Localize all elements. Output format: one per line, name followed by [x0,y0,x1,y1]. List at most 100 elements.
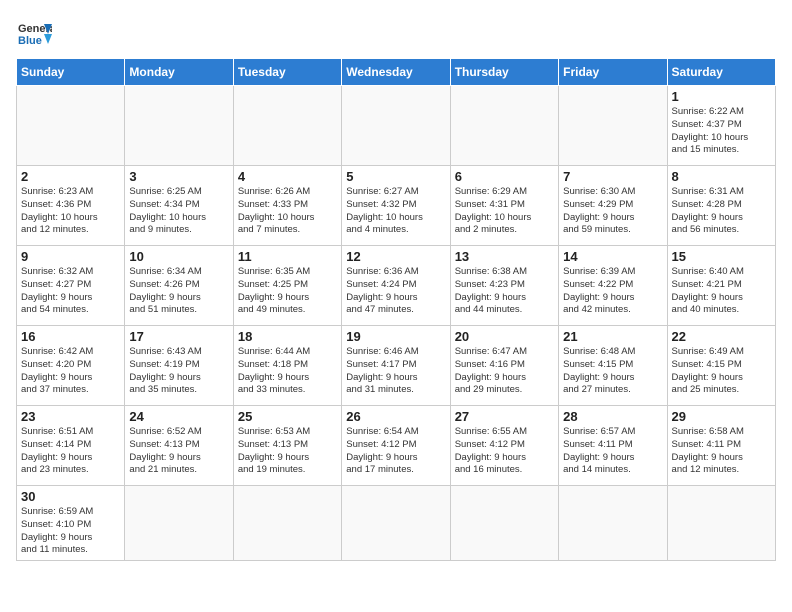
weekday-header-saturday: Saturday [667,59,775,86]
day-number: 20 [455,329,554,344]
day-info: Sunrise: 6:26 AM Sunset: 4:33 PM Dayligh… [238,186,337,237]
day-info: Sunrise: 6:54 AM Sunset: 4:12 PM Dayligh… [346,426,445,477]
calendar-day-cell [559,486,667,561]
calendar-day-cell [342,86,450,166]
calendar-day-cell [667,486,775,561]
day-number: 9 [21,249,120,264]
day-info: Sunrise: 6:23 AM Sunset: 4:36 PM Dayligh… [21,186,120,237]
weekday-header-sunday: Sunday [17,59,125,86]
calendar-day-cell [559,86,667,166]
day-info: Sunrise: 6:46 AM Sunset: 4:17 PM Dayligh… [346,346,445,397]
weekday-header-monday: Monday [125,59,233,86]
day-info: Sunrise: 6:48 AM Sunset: 4:15 PM Dayligh… [563,346,662,397]
day-info: Sunrise: 6:39 AM Sunset: 4:22 PM Dayligh… [563,266,662,317]
day-number: 23 [21,409,120,424]
calendar-day-cell: 14Sunrise: 6:39 AM Sunset: 4:22 PM Dayli… [559,246,667,326]
day-info: Sunrise: 6:31 AM Sunset: 4:28 PM Dayligh… [672,186,771,237]
calendar-day-cell: 24Sunrise: 6:52 AM Sunset: 4:13 PM Dayli… [125,406,233,486]
day-info: Sunrise: 6:32 AM Sunset: 4:27 PM Dayligh… [21,266,120,317]
calendar-day-cell: 29Sunrise: 6:58 AM Sunset: 4:11 PM Dayli… [667,406,775,486]
calendar-day-cell [17,86,125,166]
day-info: Sunrise: 6:55 AM Sunset: 4:12 PM Dayligh… [455,426,554,477]
day-number: 21 [563,329,662,344]
calendar-day-cell: 15Sunrise: 6:40 AM Sunset: 4:21 PM Dayli… [667,246,775,326]
day-info: Sunrise: 6:57 AM Sunset: 4:11 PM Dayligh… [563,426,662,477]
calendar-day-cell: 1Sunrise: 6:22 AM Sunset: 4:37 PM Daylig… [667,86,775,166]
day-info: Sunrise: 6:35 AM Sunset: 4:25 PM Dayligh… [238,266,337,317]
calendar-week-row: 16 Sunrise: 6:42 AM Sunset: 4:20 PM Dayli… [17,326,776,406]
calendar-day-cell: 9 Sunrise: 6:32 AM Sunset: 4:27 PM Daylig… [17,246,125,326]
day-info: Sunrise: 6:25 AM Sunset: 4:34 PM Dayligh… [129,186,228,237]
calendar-day-cell: 21 Sunrise: 6:48 AM Sunset: 4:15 PM Dayli… [559,326,667,406]
calendar-day-cell: 16 Sunrise: 6:42 AM Sunset: 4:20 PM Dayli… [17,326,125,406]
logo-icon: General Blue [16,16,52,52]
day-number: 27 [455,409,554,424]
day-info: Sunrise: 6:42 AM Sunset: 4:20 PM Dayligh… [21,346,120,397]
day-number: 3 [129,169,228,184]
day-number: 10 [129,249,228,264]
day-number: 28 [563,409,662,424]
svg-text:Blue: Blue [18,35,42,47]
day-number: 26 [346,409,445,424]
calendar-day-cell: 7Sunrise: 6:30 AM Sunset: 4:29 PM Daylig… [559,166,667,246]
day-number: 5 [346,169,445,184]
calendar-week-row: 30 Sunrise: 6:59 AM Sunset: 4:10 PM Dayli… [17,486,776,561]
calendar-week-row: 9 Sunrise: 6:32 AM Sunset: 4:27 PM Daylig… [17,246,776,326]
weekday-header-row: SundayMondayTuesdayWednesdayThursdayFrid… [17,59,776,86]
day-info: Sunrise: 6:43 AM Sunset: 4:19 PM Dayligh… [129,346,228,397]
day-info: Sunrise: 6:52 AM Sunset: 4:13 PM Dayligh… [129,426,228,477]
day-number: 13 [455,249,554,264]
calendar-day-cell: 25 Sunrise: 6:53 AM Sunset: 4:13 PM Dayli… [233,406,341,486]
calendar-day-cell: 2 Sunrise: 6:23 AM Sunset: 4:36 PM Daylig… [17,166,125,246]
day-info: Sunrise: 6:53 AM Sunset: 4:13 PM Dayligh… [238,426,337,477]
weekday-header-thursday: Thursday [450,59,558,86]
day-number: 12 [346,249,445,264]
weekday-header-friday: Friday [559,59,667,86]
calendar-day-cell: 10Sunrise: 6:34 AM Sunset: 4:26 PM Dayli… [125,246,233,326]
calendar-day-cell: 18Sunrise: 6:44 AM Sunset: 4:18 PM Dayli… [233,326,341,406]
calendar-day-cell: 12 Sunrise: 6:36 AM Sunset: 4:24 PM Dayli… [342,246,450,326]
weekday-header-wednesday: Wednesday [342,59,450,86]
day-info: Sunrise: 6:36 AM Sunset: 4:24 PM Dayligh… [346,266,445,317]
day-number: 17 [129,329,228,344]
calendar-day-cell: 3 Sunrise: 6:25 AM Sunset: 4:34 PM Daylig… [125,166,233,246]
day-number: 30 [21,489,120,504]
day-info: Sunrise: 6:38 AM Sunset: 4:23 PM Dayligh… [455,266,554,317]
day-number: 6 [455,169,554,184]
day-info: Sunrise: 6:59 AM Sunset: 4:10 PM Dayligh… [21,506,120,557]
calendar-week-row: 23 Sunrise: 6:51 AM Sunset: 4:14 PM Dayli… [17,406,776,486]
calendar-day-cell: 26 Sunrise: 6:54 AM Sunset: 4:12 PM Dayli… [342,406,450,486]
day-number: 2 [21,169,120,184]
day-number: 7 [563,169,662,184]
day-info: Sunrise: 6:51 AM Sunset: 4:14 PM Dayligh… [21,426,120,477]
day-number: 25 [238,409,337,424]
calendar-day-cell: 27 Sunrise: 6:55 AM Sunset: 4:12 PM Dayli… [450,406,558,486]
day-info: Sunrise: 6:40 AM Sunset: 4:21 PM Dayligh… [672,266,771,317]
day-number: 4 [238,169,337,184]
calendar-day-cell: 30 Sunrise: 6:59 AM Sunset: 4:10 PM Dayli… [17,486,125,561]
day-number: 16 [21,329,120,344]
calendar-day-cell: 11 Sunrise: 6:35 AM Sunset: 4:25 PM Dayli… [233,246,341,326]
calendar-day-cell [450,86,558,166]
day-info: Sunrise: 6:44 AM Sunset: 4:18 PM Dayligh… [238,346,337,397]
calendar-day-cell: 20 Sunrise: 6:47 AM Sunset: 4:16 PM Dayli… [450,326,558,406]
logo: General Blue [16,16,52,52]
calendar-day-cell: 19 Sunrise: 6:46 AM Sunset: 4:17 PM Dayli… [342,326,450,406]
calendar-day-cell: 5 Sunrise: 6:27 AM Sunset: 4:32 PM Daylig… [342,166,450,246]
day-info: Sunrise: 6:27 AM Sunset: 4:32 PM Dayligh… [346,186,445,237]
calendar-day-cell: 17 Sunrise: 6:43 AM Sunset: 4:19 PM Dayli… [125,326,233,406]
page-header: General Blue [16,16,776,52]
day-number: 22 [672,329,771,344]
calendar-day-cell: 23 Sunrise: 6:51 AM Sunset: 4:14 PM Dayli… [17,406,125,486]
calendar-day-cell [342,486,450,561]
calendar-day-cell: 8 Sunrise: 6:31 AM Sunset: 4:28 PM Daylig… [667,166,775,246]
day-number: 19 [346,329,445,344]
day-info: Sunrise: 6:47 AM Sunset: 4:16 PM Dayligh… [455,346,554,397]
day-number: 8 [672,169,771,184]
day-info: Sunrise: 6:58 AM Sunset: 4:11 PM Dayligh… [672,426,771,477]
weekday-header-tuesday: Tuesday [233,59,341,86]
day-info: Sunrise: 6:22 AM Sunset: 4:37 PM Dayligh… [672,106,771,157]
day-number: 11 [238,249,337,264]
calendar-day-cell: 22Sunrise: 6:49 AM Sunset: 4:15 PM Dayli… [667,326,775,406]
calendar-day-cell [125,86,233,166]
